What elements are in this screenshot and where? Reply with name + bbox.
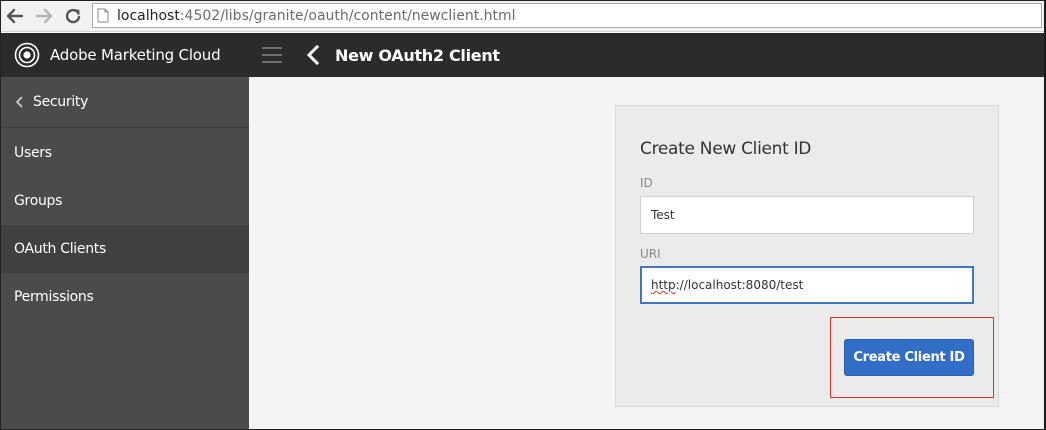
adobe-marketing-cloud-logo-icon bbox=[14, 42, 40, 68]
reload-icon bbox=[65, 8, 81, 24]
chevron-left-icon bbox=[15, 96, 23, 108]
page-title: New OAuth2 Client bbox=[335, 46, 500, 65]
sidebar-item-label: OAuth Clients bbox=[14, 241, 106, 257]
uri-value: http://localhost:8080/test bbox=[651, 278, 803, 292]
page-icon bbox=[97, 8, 111, 24]
sidebar-item-users[interactable]: Users bbox=[0, 129, 249, 177]
uri-value-scheme: http bbox=[651, 278, 676, 292]
uri-value-rest: ://localhost:8080/test bbox=[675, 278, 804, 292]
arrow-left-icon bbox=[6, 8, 24, 24]
sidebar-back-security[interactable]: Security bbox=[0, 77, 249, 128]
url-text: localhost:4502/libs/granite/oauth/conten… bbox=[117, 8, 516, 24]
sidebar-item-permissions[interactable]: Permissions bbox=[0, 273, 249, 321]
sidebar-back-label: Security bbox=[33, 94, 89, 110]
id-value: Test bbox=[651, 208, 675, 222]
url-host: localhost bbox=[117, 7, 180, 24]
sidebar-item-label: Users bbox=[14, 145, 52, 161]
id-input[interactable]: Test bbox=[640, 196, 974, 234]
browser-toolbar: localhost:4502/libs/granite/oauth/conten… bbox=[0, 0, 1046, 32]
browser-forward-button[interactable] bbox=[33, 5, 55, 27]
hamburger-menu-icon[interactable] bbox=[262, 47, 282, 63]
uri-label: URI bbox=[640, 247, 661, 261]
id-label: ID bbox=[640, 176, 653, 190]
sidebar-item-label: Groups bbox=[14, 193, 63, 209]
arrow-right-icon bbox=[35, 8, 53, 24]
sidebar: Security Users Groups OAuth Clients Perm… bbox=[0, 77, 249, 430]
main-content: Create New Client ID ID Test URI http://… bbox=[249, 77, 1046, 430]
form-title: Create New Client ID bbox=[640, 139, 812, 159]
url-path: :4502/libs/granite/oauth/content/newclie… bbox=[179, 7, 516, 24]
sidebar-item-label: Permissions bbox=[14, 289, 94, 305]
address-bar[interactable]: localhost:4502/libs/granite/oauth/conten… bbox=[92, 3, 1042, 28]
browser-back-button[interactable] bbox=[4, 5, 26, 27]
create-client-id-button[interactable]: Create Client ID bbox=[844, 339, 974, 376]
app-header: Adobe Marketing Cloud New OAuth2 Client bbox=[0, 33, 1046, 77]
uri-input[interactable]: http://localhost:8080/test bbox=[640, 266, 974, 304]
browser-reload-button[interactable] bbox=[62, 5, 84, 27]
brand-name: Adobe Marketing Cloud bbox=[50, 46, 221, 64]
sidebar-item-oauth-clients[interactable]: OAuth Clients bbox=[0, 225, 249, 273]
chevron-left-icon[interactable] bbox=[304, 44, 322, 66]
sidebar-item-groups[interactable]: Groups bbox=[0, 177, 249, 225]
